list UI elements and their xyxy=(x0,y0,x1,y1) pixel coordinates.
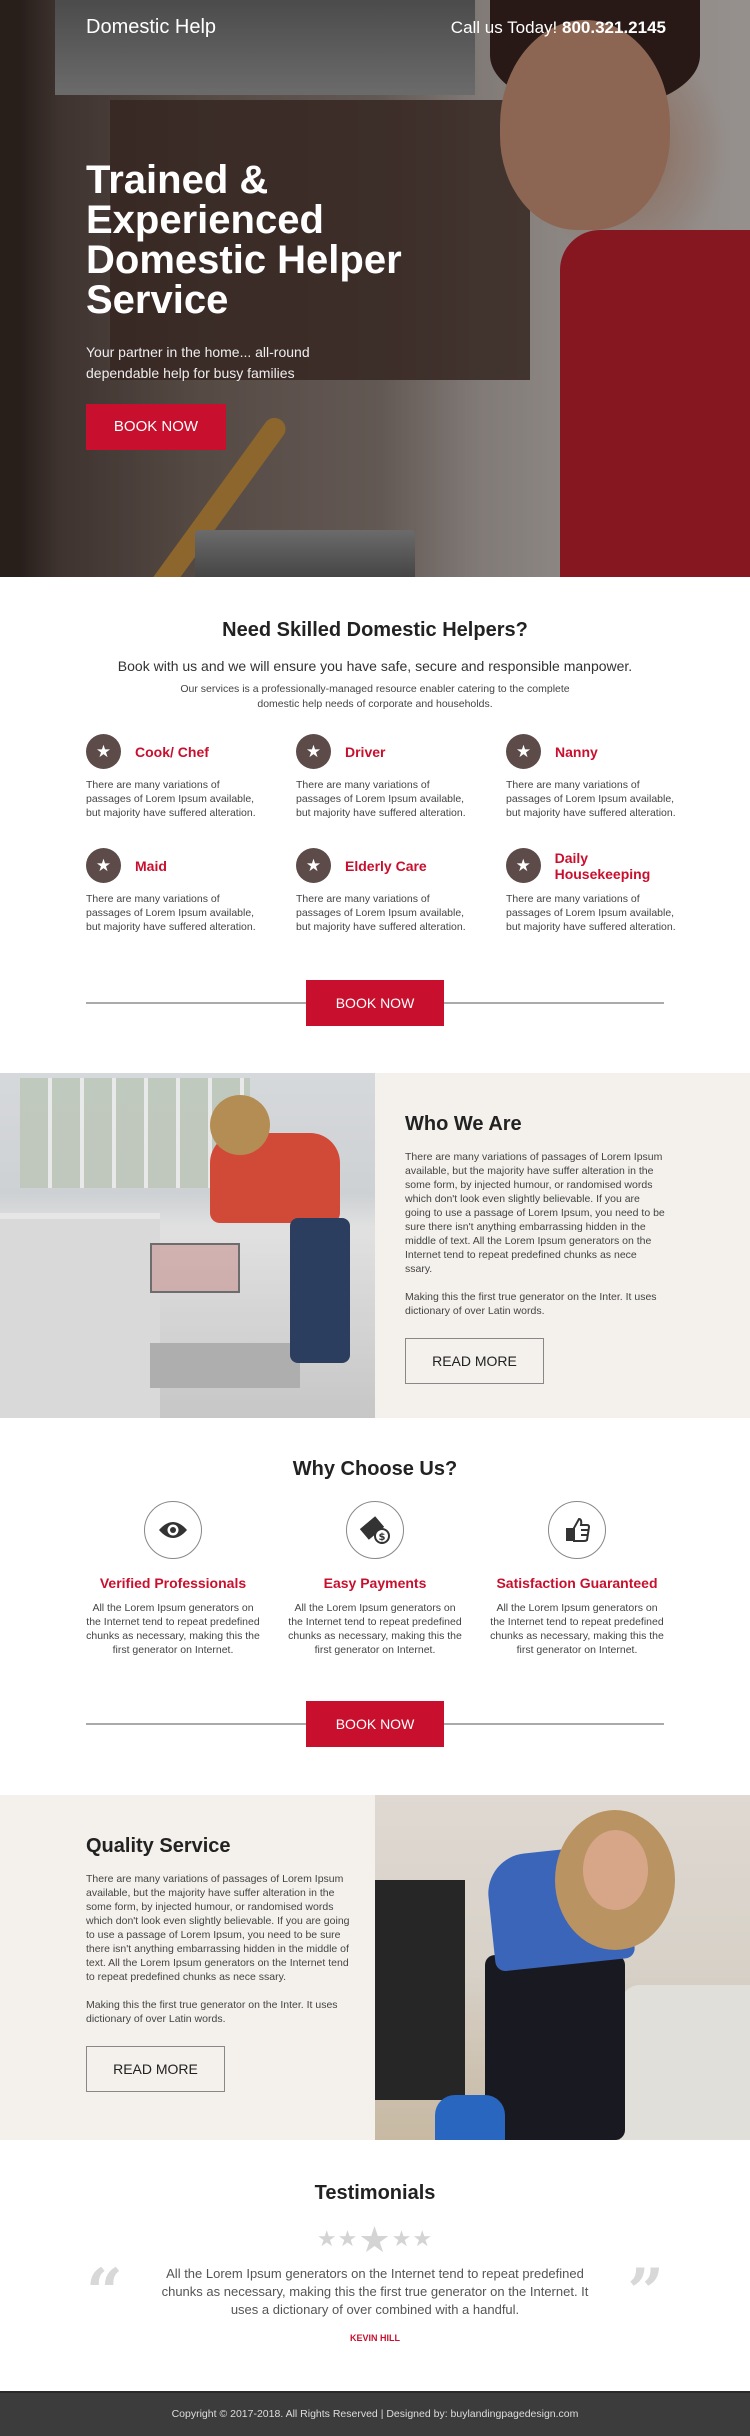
why-cta-row: BOOK NOW xyxy=(86,1701,664,1747)
services-lead: Book with us and we will ensure you have… xyxy=(117,658,633,674)
why-choose-us-section: Why Choose Us? Verified Professionals Al… xyxy=(0,1418,750,1747)
close-quote-icon: ” xyxy=(627,2255,664,2330)
services-section: Need Skilled Domestic Helpers? Book with… xyxy=(0,577,750,1026)
why-book-now-button[interactable]: BOOK NOW xyxy=(306,1701,444,1747)
testimonial-author: KEVIN HILL xyxy=(349,2333,400,2343)
service-desc: There are many variations of passages of… xyxy=(506,779,676,819)
hero-content: Trained & Experienced Domestic Helper Se… xyxy=(86,160,426,450)
who-we-are-read-more-button[interactable]: READ MORE xyxy=(405,1338,544,1384)
money-icon: $ xyxy=(346,1501,404,1559)
service-item: ★ Maid There are many variations of passa… xyxy=(86,848,266,934)
star-icon: ★ xyxy=(506,848,541,883)
star-icon: ★ xyxy=(296,848,331,883)
star-icon: ★ xyxy=(391,2226,413,2251)
call-us: Call us Today! 800.321.2145 xyxy=(451,18,666,38)
why-item: $ Easy Payments All the Lorem Ipsum gene… xyxy=(288,1501,462,1657)
why-item: Verified Professionals All the Lorem Ips… xyxy=(86,1501,260,1657)
quality-service-para-1: There are many variations of passages of… xyxy=(86,1873,350,1983)
open-quote-icon: “ xyxy=(86,2255,123,2330)
service-title: Nanny xyxy=(555,743,598,760)
why-item: Satisfaction Guaranteed All the Lorem Ip… xyxy=(490,1501,664,1657)
service-item: ★ Nanny There are many variations of pass… xyxy=(506,734,686,820)
why-item-title: Verified Professionals xyxy=(99,1575,247,1591)
hero-title: Trained & Experienced Domestic Helper Se… xyxy=(86,158,402,322)
why-item-desc: All the Lorem Ipsum generators on the In… xyxy=(86,1602,260,1656)
star-icon: ★ xyxy=(86,848,121,883)
service-desc: There are many variations of passages of… xyxy=(86,779,256,819)
brand-logo[interactable]: Domestic Help xyxy=(86,16,216,39)
service-title: Driver xyxy=(345,743,386,760)
quality-read-more-button[interactable]: READ MORE xyxy=(86,2046,225,2092)
service-item: ★ Daily Housekeeping There are many varia… xyxy=(506,848,686,934)
testimonials-section: Testimonials ★★★★★ “ All the Lorem Ipsum… xyxy=(0,2140,750,2343)
hero-book-now-button[interactable]: BOOK NOW xyxy=(86,404,226,450)
hero-section: Domestic Help Call us Today! 800.321.214… xyxy=(0,0,750,577)
star-icon: ★ xyxy=(337,2226,359,2251)
who-we-are-panel: Who We Are There are many variations of … xyxy=(375,1073,750,1418)
services-grid: ★ Cook/ Chef There are many variations of… xyxy=(86,734,676,934)
service-desc: There are many variations of passages of… xyxy=(506,893,676,933)
top-bar: Domestic Help Call us Today! 800.321.214… xyxy=(86,16,666,39)
who-we-are-section: Who We Are There are many variations of … xyxy=(0,1073,750,1418)
quality-service-title: Quality Service xyxy=(86,1835,231,1857)
who-we-are-title: Who We Are xyxy=(405,1113,522,1135)
phone-number[interactable]: 800.321.2145 xyxy=(562,18,666,37)
hero-subtitle: Your partner in the home... all-round de… xyxy=(86,344,310,381)
star-icon: ★ xyxy=(412,2226,434,2251)
why-item-desc: All the Lorem Ipsum generators on the In… xyxy=(288,1602,462,1656)
service-desc: There are many variations of passages of… xyxy=(86,893,256,933)
service-desc: There are many variations of passages of… xyxy=(296,779,466,819)
call-label: Call us Today! xyxy=(450,17,558,37)
photo-shade xyxy=(375,1795,750,2140)
testimonials-title: Testimonials xyxy=(314,2182,436,2204)
testimonial: “ All the Lorem Ipsum generators on the … xyxy=(86,2261,664,2325)
service-item: ★ Driver There are many variations of pas… xyxy=(296,734,476,820)
why-item-title: Satisfaction Guaranteed xyxy=(496,1575,658,1591)
services-cta-row: BOOK NOW xyxy=(86,980,664,1026)
service-item: ★ Elderly Care There are many variations … xyxy=(296,848,476,934)
svg-text:$: $ xyxy=(379,1532,386,1543)
star-icon: ★ xyxy=(86,734,121,769)
footer: Copyright © 2017-2018. All Rights Reserv… xyxy=(0,2391,750,2436)
quality-service-panel: Quality Service There are many variation… xyxy=(0,1795,375,2140)
rating-stars: ★★★★★ xyxy=(86,2219,664,2261)
services-title: Need Skilled Domestic Helpers? xyxy=(222,619,528,641)
service-title: Maid xyxy=(135,857,167,874)
service-title: Elderly Care xyxy=(345,857,427,874)
star-icon: ★ xyxy=(316,2226,338,2251)
who-we-are-para-1: There are many variations of passages of… xyxy=(405,1151,665,1275)
vacuum-photo xyxy=(375,1795,750,2140)
services-lead-small: Our services is a professionally-managed… xyxy=(180,683,570,710)
services-book-now-button[interactable]: BOOK NOW xyxy=(306,980,444,1026)
service-title: Daily Housekeeping xyxy=(554,849,651,882)
thumbs-up-icon xyxy=(548,1501,606,1559)
star-icon: ★ xyxy=(506,734,541,769)
footer-copyright: Copyright © 2017-2018. All Rights Reserv… xyxy=(171,2408,579,2420)
photo-shade xyxy=(0,1073,375,1418)
why-title: Why Choose Us? xyxy=(292,1458,458,1480)
service-desc: There are many variations of passages of… xyxy=(296,893,466,933)
why-item-title: Easy Payments xyxy=(323,1575,427,1591)
why-grid: Verified Professionals All the Lorem Ips… xyxy=(86,1501,664,1657)
service-item: ★ Cook/ Chef There are many variations of… xyxy=(86,734,266,820)
star-icon: ★ xyxy=(296,734,331,769)
service-title: Cook/ Chef xyxy=(135,743,209,760)
quality-service-section: Quality Service There are many variation… xyxy=(0,1795,750,2140)
star-icon: ★ xyxy=(358,2219,392,2260)
eye-icon xyxy=(144,1501,202,1559)
testimonial-text: All the Lorem Ipsum generators on the In… xyxy=(161,2266,589,2317)
quality-service-para-2: Making this the first true generator on … xyxy=(86,1999,338,2025)
why-item-desc: All the Lorem Ipsum generators on the In… xyxy=(490,1602,664,1656)
who-we-are-para-2: Making this the first true generator on … xyxy=(405,1291,657,1317)
kitchen-photo xyxy=(0,1073,375,1418)
